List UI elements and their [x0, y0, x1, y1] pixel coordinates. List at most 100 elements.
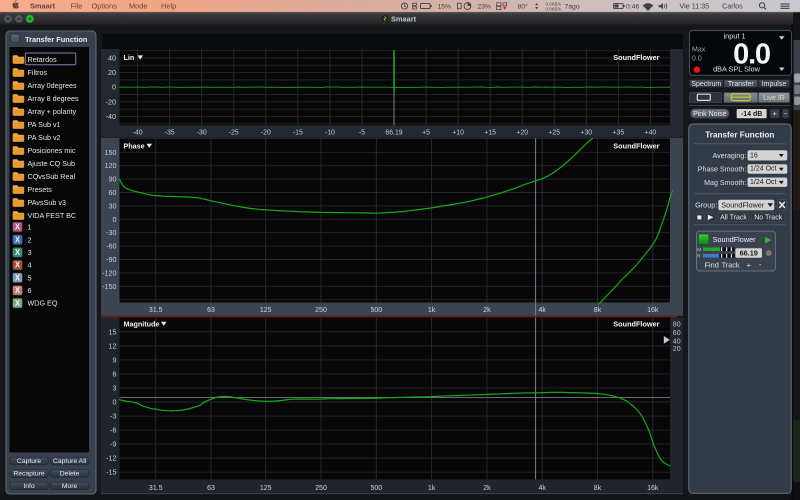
svg-text:Transfer Function: Transfer Function — [25, 35, 88, 44]
svg-text:125: 125 — [260, 485, 272, 492]
svg-text:-35: -35 — [165, 129, 175, 136]
svg-text:250: 250 — [315, 485, 327, 492]
svg-text:-3: -3 — [110, 412, 116, 421]
svg-text:-120: -120 — [102, 268, 116, 277]
svg-text:+15: +15 — [484, 129, 496, 136]
svg-text:-15: -15 — [293, 129, 303, 136]
svg-text:PA Sub v1: PA Sub v1 — [28, 120, 61, 129]
svg-text:X: X — [15, 223, 21, 232]
svg-text:8k: 8k — [594, 307, 602, 314]
svg-text:4k: 4k — [538, 485, 546, 492]
svg-text:60: 60 — [673, 330, 681, 337]
svg-text:120: 120 — [105, 161, 117, 170]
svg-text:Transfer Function: Transfer Function — [705, 130, 774, 139]
svg-text:Array 0degrees: Array 0degrees — [28, 81, 78, 90]
svg-text:4: 4 — [28, 261, 32, 270]
svg-text:6: 6 — [113, 369, 117, 378]
svg-text:SoundFlower: SoundFlower — [613, 319, 659, 328]
svg-text:8k: 8k — [594, 485, 602, 492]
svg-text:2: 2 — [28, 235, 32, 244]
svg-text:X: X — [15, 286, 21, 295]
svg-text:500: 500 — [370, 307, 382, 314]
svg-text:VIDA FEST BC: VIDA FEST BC — [28, 211, 77, 220]
svg-text:1k: 1k — [428, 485, 436, 492]
svg-text:-15: -15 — [106, 468, 116, 477]
svg-text:150: 150 — [105, 148, 117, 157]
svg-text:40: 40 — [673, 338, 681, 345]
svg-text:1: 1 — [28, 223, 32, 232]
svg-text:PAvsSub v3: PAvsSub v3 — [28, 198, 67, 207]
svg-text:Mag Smooth:: Mag Smooth: — [704, 179, 746, 187]
svg-text:0.0: 0.0 — [692, 55, 702, 62]
svg-text:X: X — [15, 235, 21, 244]
svg-text:WDG EQ: WDG EQ — [28, 299, 58, 308]
svg-text:2k: 2k — [483, 307, 491, 314]
svg-text:63: 63 — [207, 485, 215, 492]
svg-text:Carlos: Carlos — [722, 2, 743, 11]
svg-text:+30: +30 — [580, 129, 592, 136]
svg-text:Transfer: Transfer — [728, 81, 754, 88]
svg-text:-9: -9 — [110, 440, 116, 449]
svg-text:-10: -10 — [325, 129, 335, 136]
svg-text:+20: +20 — [516, 129, 528, 136]
svg-text:66.19: 66.19 — [740, 249, 758, 258]
svg-text:Smaart: Smaart — [391, 14, 417, 23]
svg-text:PA Sub v2: PA Sub v2 — [28, 133, 61, 142]
svg-text:Options: Options — [92, 2, 118, 11]
svg-text:Pink Noise: Pink Noise — [693, 111, 727, 118]
svg-text:Delete: Delete — [60, 471, 80, 478]
svg-text:+40: +40 — [645, 129, 657, 136]
svg-text:Magnitude: Magnitude — [124, 319, 160, 328]
svg-text:7ago: 7ago — [565, 4, 580, 11]
svg-text:4k: 4k — [538, 307, 546, 314]
svg-text:SoundFlower: SoundFlower — [721, 200, 765, 209]
svg-text:60: 60 — [109, 188, 117, 197]
svg-text:Track: Track — [722, 260, 740, 269]
svg-text:12: 12 — [109, 341, 117, 350]
svg-text:SoundFlower: SoundFlower — [613, 141, 659, 150]
svg-text:Filtros: Filtros — [28, 68, 48, 77]
svg-text:-6: -6 — [110, 426, 116, 435]
svg-text:SoundFlower: SoundFlower — [713, 235, 757, 244]
svg-text:250: 250 — [315, 307, 327, 314]
svg-text:+5: +5 — [422, 129, 430, 136]
svg-text:Impulse: Impulse — [762, 81, 787, 88]
svg-text:Phase Smooth:: Phase Smooth: — [698, 166, 747, 174]
svg-text:20: 20 — [108, 68, 116, 77]
svg-text:1/24 Oct: 1/24 Oct — [750, 166, 777, 173]
svg-text:3: 3 — [28, 248, 32, 257]
svg-text:0: 0 — [112, 83, 116, 92]
svg-text:Retardos: Retardos — [28, 55, 58, 64]
svg-text:-12: -12 — [106, 454, 116, 463]
svg-text:More: More — [62, 483, 78, 490]
svg-text:-5: -5 — [359, 129, 365, 136]
svg-text:-90: -90 — [106, 255, 116, 264]
svg-text:Array 8 degrees: Array 8 degrees — [28, 94, 80, 103]
svg-text:0.0KB/s: 0.0KB/s — [546, 6, 562, 11]
svg-text:-30: -30 — [197, 129, 207, 136]
svg-text:Max: Max — [692, 47, 706, 54]
svg-text:SoundFlower: SoundFlower — [613, 53, 659, 62]
svg-text:Capture: Capture — [17, 458, 41, 465]
svg-text:Ajuste CQ Sub: Ajuste CQ Sub — [28, 159, 76, 168]
svg-text:Presets: Presets — [28, 185, 53, 194]
svg-text:15: 15 — [109, 327, 117, 336]
svg-text:CQvsSub Real: CQvsSub Real — [28, 172, 76, 181]
svg-text:Vie 11:35: Vie 11:35 — [680, 2, 710, 11]
svg-text:16: 16 — [750, 153, 758, 160]
svg-text:31.5: 31.5 — [149, 307, 163, 314]
svg-text:X: X — [15, 273, 21, 282]
svg-text:X: X — [15, 299, 21, 308]
svg-text:-40: -40 — [106, 112, 116, 121]
svg-text:0:46: 0:46 — [626, 4, 639, 11]
svg-text:Posiciones mic: Posiciones mic — [28, 146, 76, 155]
svg-text:Spectrum: Spectrum — [691, 81, 721, 88]
svg-text:No Track: No Track — [754, 215, 783, 222]
svg-text:-14 dB: -14 dB — [741, 111, 762, 118]
svg-text:Mode: Mode — [129, 2, 148, 11]
svg-text:3: 3 — [113, 383, 117, 392]
svg-text:-60: -60 — [106, 242, 116, 251]
svg-text:15%: 15% — [438, 4, 452, 11]
svg-text:+: + — [773, 109, 778, 118]
svg-text:File: File — [71, 2, 83, 11]
